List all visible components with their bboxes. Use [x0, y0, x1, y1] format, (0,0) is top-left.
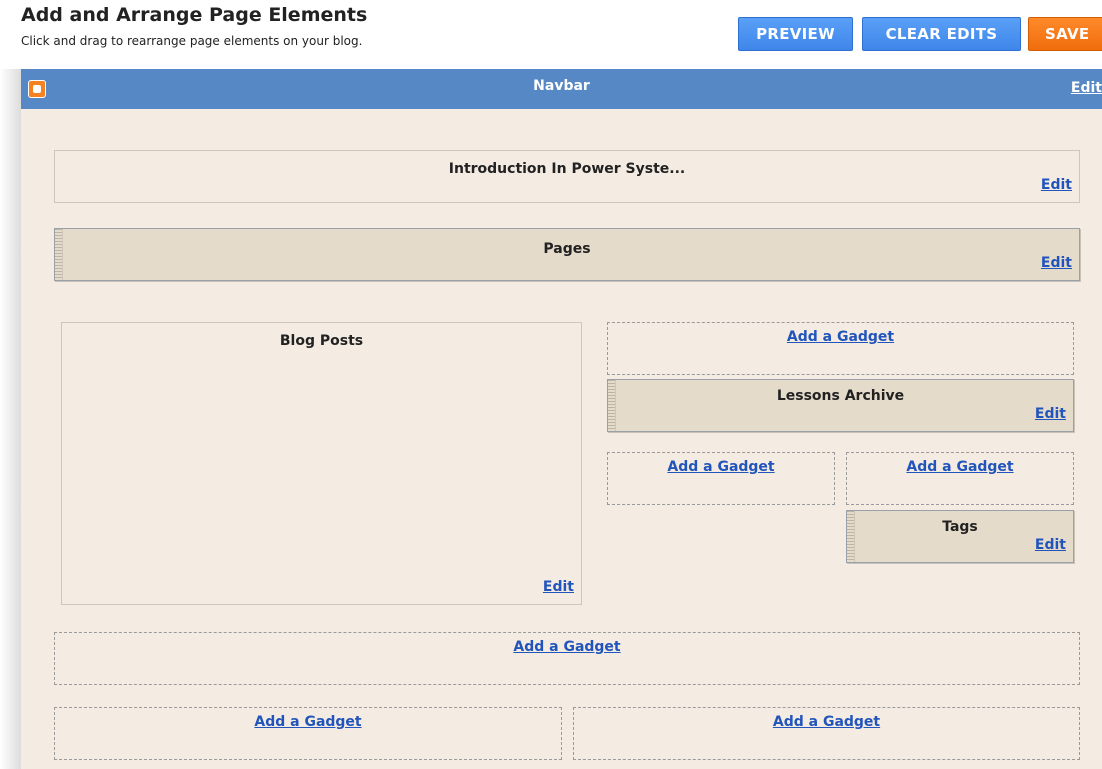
page-subtitle: Click and drag to rearrange page element… [21, 34, 363, 48]
blog-posts-title: Blog Posts [279, 333, 364, 349]
add-gadget-link[interactable]: Add a Gadget [773, 714, 880, 730]
add-gadget-link[interactable]: Add a Gadget [787, 329, 894, 345]
navbar-widget: Navbar Edit [21, 69, 1102, 109]
sidebar-right-add-gadget-slot: Add a Gadget [846, 452, 1074, 505]
save-button[interactable]: SAVE [1028, 17, 1102, 51]
clear-edits-button[interactable]: CLEAR EDITS [862, 17, 1021, 51]
footer-right-add-gadget-slot: Add a Gadget [573, 707, 1080, 760]
add-gadget-link[interactable]: Add a Gadget [254, 714, 361, 730]
lessons-archive-edit-link[interactable]: Edit [1035, 406, 1066, 422]
lessons-archive-title: Lessons Archive [776, 388, 905, 404]
frame-shadow [0, 69, 21, 769]
tags-widget-edit-link[interactable]: Edit [1035, 537, 1066, 553]
preview-button[interactable]: PREVIEW [738, 17, 853, 51]
sidebar-left-add-gadget-slot: Add a Gadget [607, 452, 835, 505]
page-title: Add and Arrange Page Elements [21, 4, 368, 26]
add-gadget-link[interactable]: Add a Gadget [906, 459, 1013, 475]
sidebar-add-gadget-slot: Add a Gadget [607, 322, 1074, 375]
navbar-edit-link[interactable]: Edit [1071, 80, 1102, 96]
header-widget-title: Introduction In Power Syste... [448, 161, 686, 177]
header-widget: Introduction In Power Syste... Edit [54, 150, 1080, 203]
blog-posts-edit-link[interactable]: Edit [543, 579, 574, 595]
lessons-archive-widget[interactable]: Lessons Archive Edit [607, 379, 1074, 432]
layout-editor: Navbar Edit Introduction In Power Syste.… [21, 69, 1102, 769]
tags-widget-title: Tags [942, 519, 978, 535]
add-gadget-link[interactable]: Add a Gadget [667, 459, 774, 475]
header-widget-edit-link[interactable]: Edit [1041, 177, 1072, 193]
navbar-title: Navbar [533, 78, 590, 94]
pages-widget-edit-link[interactable]: Edit [1041, 255, 1072, 271]
pages-widget-title: Pages [543, 241, 591, 257]
blog-posts-widget: Blog Posts Edit [61, 322, 582, 605]
tags-widget[interactable]: Tags Edit [846, 510, 1074, 563]
pages-widget[interactable]: Pages Edit [54, 228, 1080, 281]
add-gadget-link[interactable]: Add a Gadget [513, 639, 620, 655]
footer-left-add-gadget-slot: Add a Gadget [54, 707, 562, 760]
footer-add-gadget-slot: Add a Gadget [54, 632, 1080, 685]
